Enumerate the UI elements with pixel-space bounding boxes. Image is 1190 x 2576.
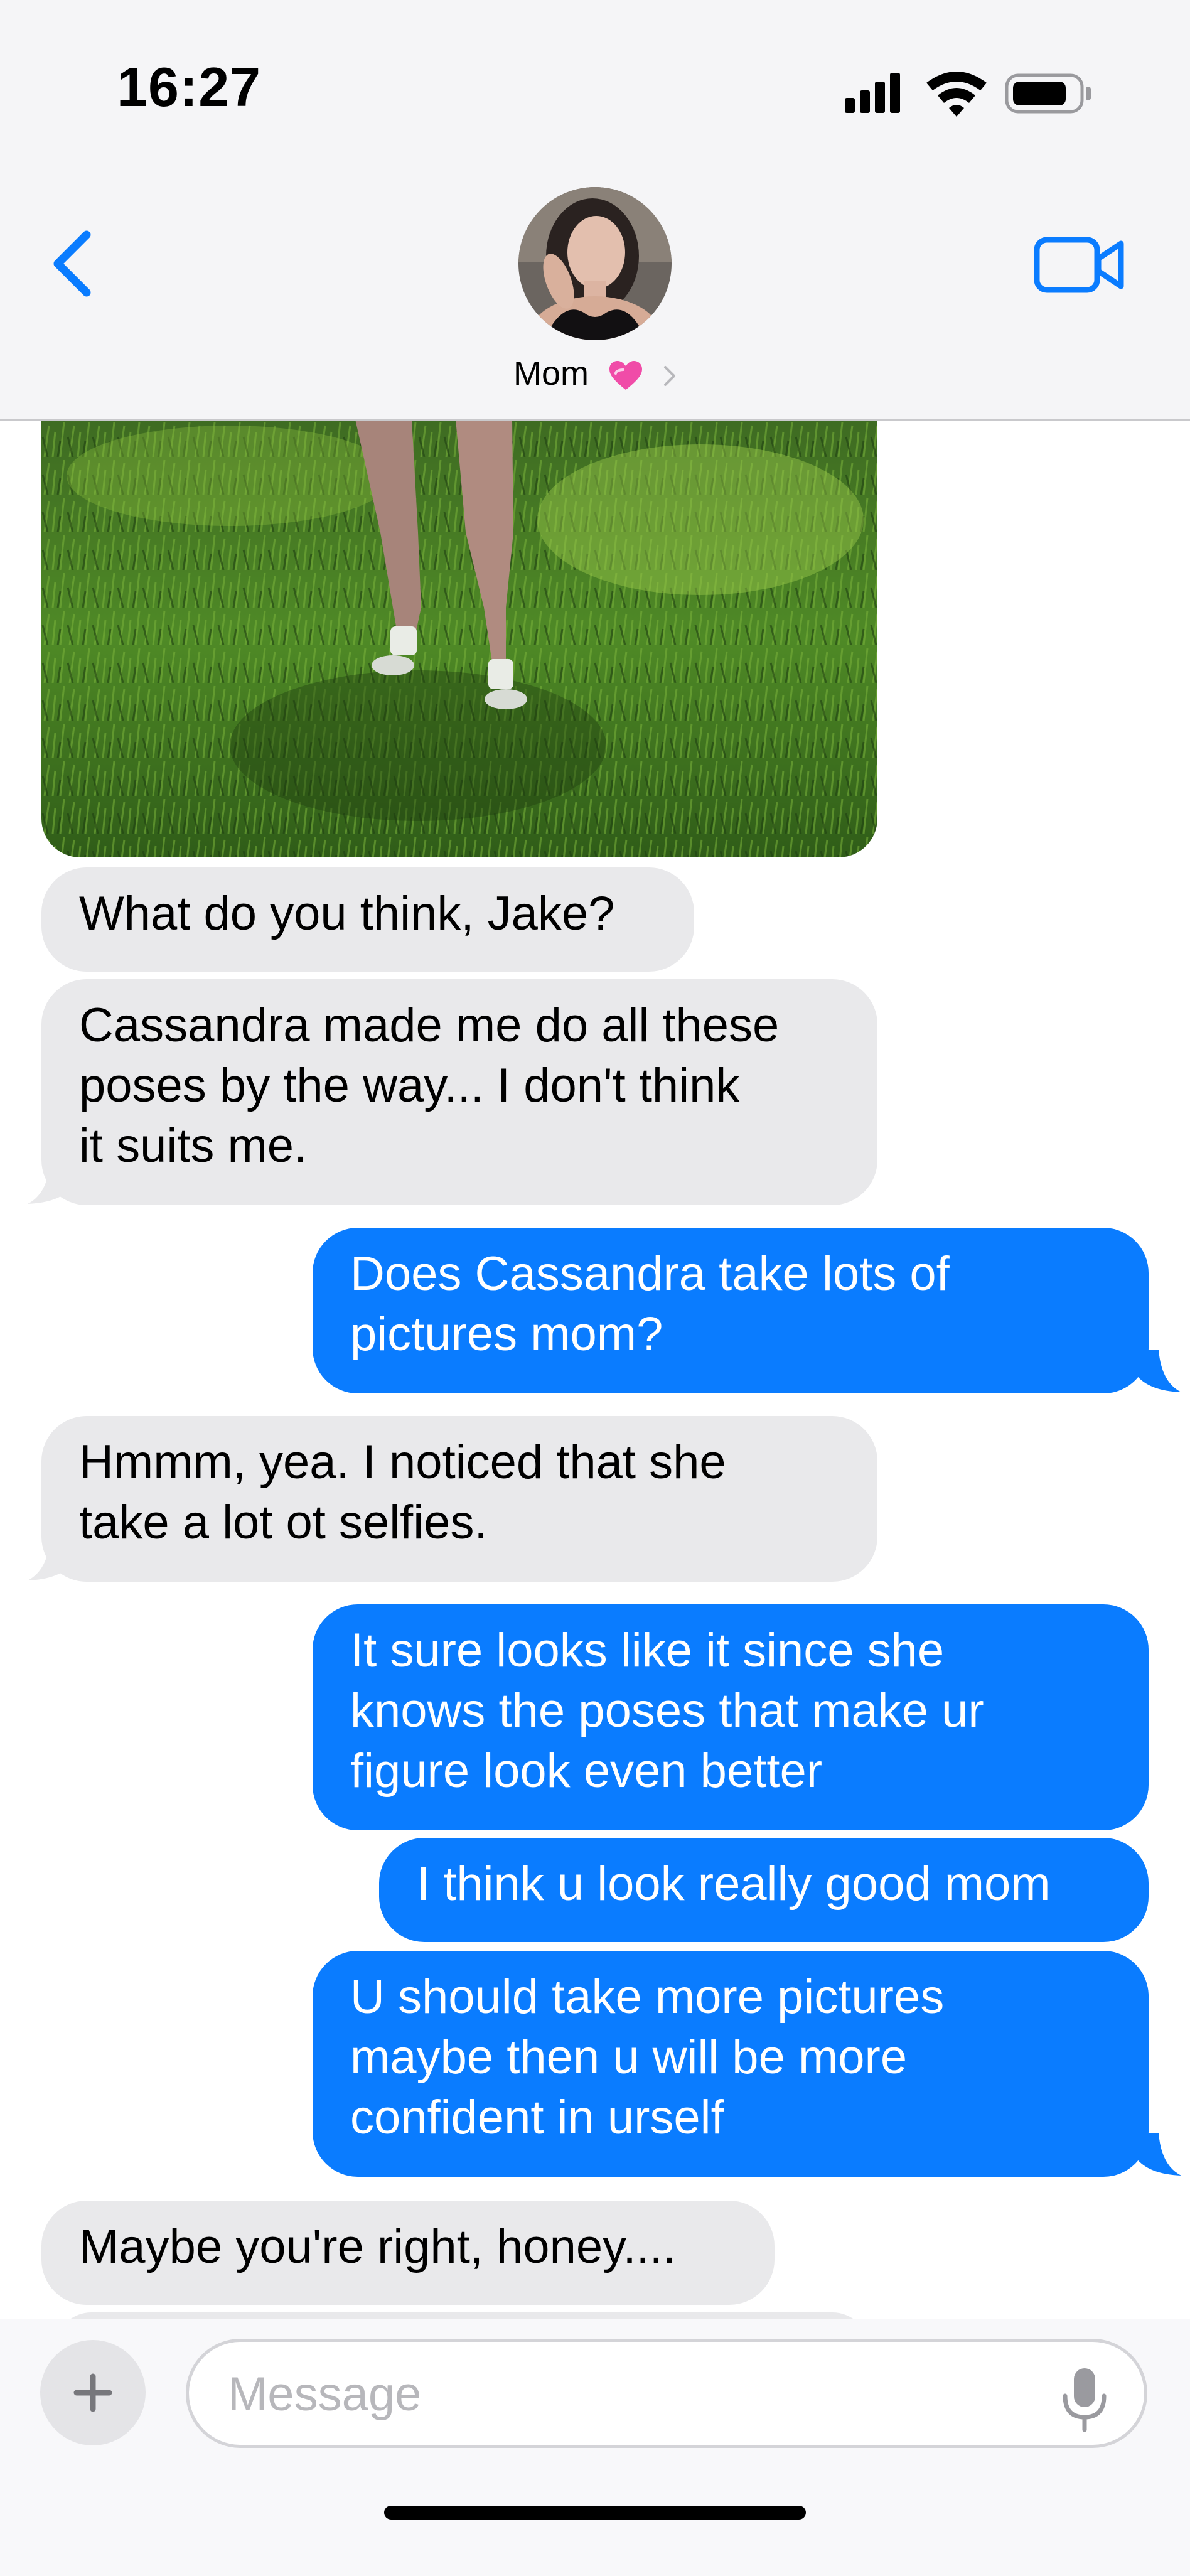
bubble-tail [1136,2133,1181,2176]
message-field[interactable] [186,2339,1147,2448]
bubble-tail [1136,1350,1181,1392]
avatar-photo [518,187,672,340]
avatar[interactable] [518,187,672,340]
signal-icon [845,73,900,113]
message-bubble-incoming[interactable]: What do you think, Jake? [41,867,694,972]
message-bubble-outgoing[interactable]: Does Cassandra take lots of pictures mom… [313,1228,1149,1393]
dictation-button[interactable] [1056,2364,1113,2434]
add-attachment-button[interactable] [40,2340,146,2445]
heart-icon [609,360,642,390]
message-input[interactable] [227,2362,1032,2426]
message-bubble-outgoing[interactable]: U should take more pictures maybe then u… [313,1951,1149,2177]
message-bubble-outgoing[interactable]: I think u look really good mom [379,1838,1149,1942]
bubble-tail [28,1161,73,1204]
message-bubble-incoming[interactable]: Hmmm, yea. I noticed that she take a lot… [41,1416,877,1582]
home-indicator[interactable] [384,2506,806,2520]
message-bubble-incoming[interactable]: Maybe you're right, honey.... [41,2201,775,2305]
message-bubble-outgoing[interactable]: It sure looks like it since she knows th… [313,1604,1149,1830]
chevron-right-icon [664,365,676,386]
back-button[interactable] [38,226,107,301]
wifi-icon [926,72,987,117]
contact-name: Mom [513,355,589,392]
bubble-tail [28,1538,73,1580]
microphone-icon [1063,2368,1107,2432]
chevron-left-icon [53,230,91,297]
status-icons [845,72,1091,117]
video-call-button[interactable] [1033,233,1127,296]
contact-name-row[interactable]: Mom [0,352,1190,395]
photo-attachment[interactable] [41,419,877,857]
battery-icon [1005,73,1091,114]
video-camera-icon [1034,237,1124,293]
plus-icon [73,2373,112,2412]
message-bubble-incoming[interactable]: Cassandra made me do all these poses by … [41,979,877,1205]
status-time: 16:27 [117,56,262,118]
photo-image [41,419,877,857]
conversation-header: 16:27 Mom [0,0,1190,421]
